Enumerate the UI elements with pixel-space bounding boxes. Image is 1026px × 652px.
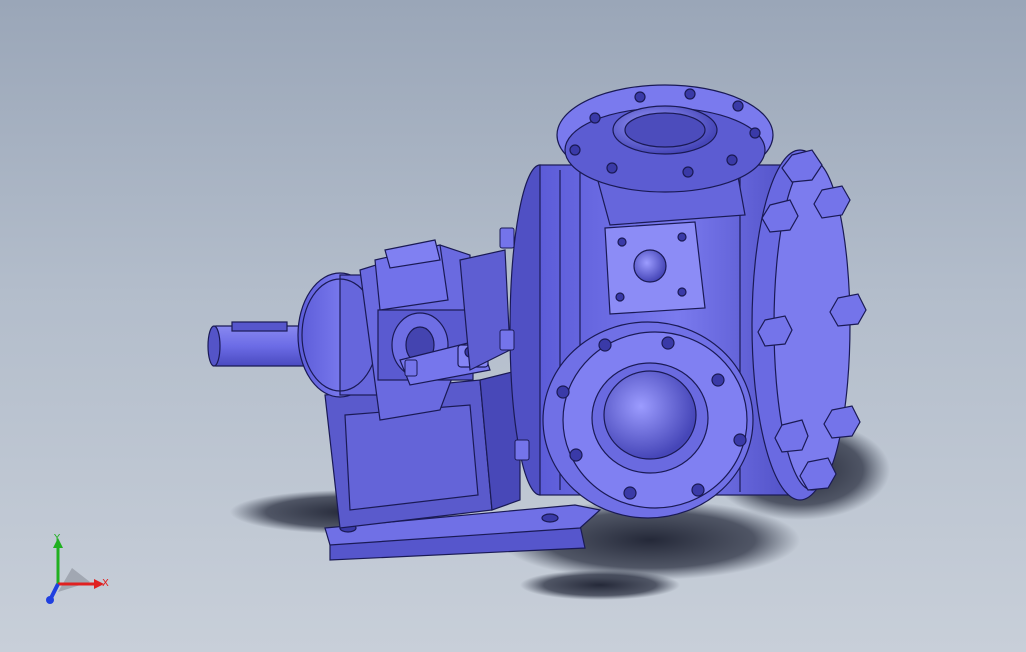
gland-assembly [374,239,511,386]
drive-shaft [207,321,313,367]
triad-plane [58,568,90,592]
outlet-flange [542,321,754,519]
pump-3d-model[interactable] [0,0,1026,652]
z-axis-dot-icon [46,596,54,604]
graphics-viewport[interactable]: Y X [0,0,1026,652]
y-axis-label: Y [53,533,61,544]
x-axis-label: X [102,578,109,589]
mounting-pad [604,221,706,315]
axis-triad: Y X [46,533,109,604]
